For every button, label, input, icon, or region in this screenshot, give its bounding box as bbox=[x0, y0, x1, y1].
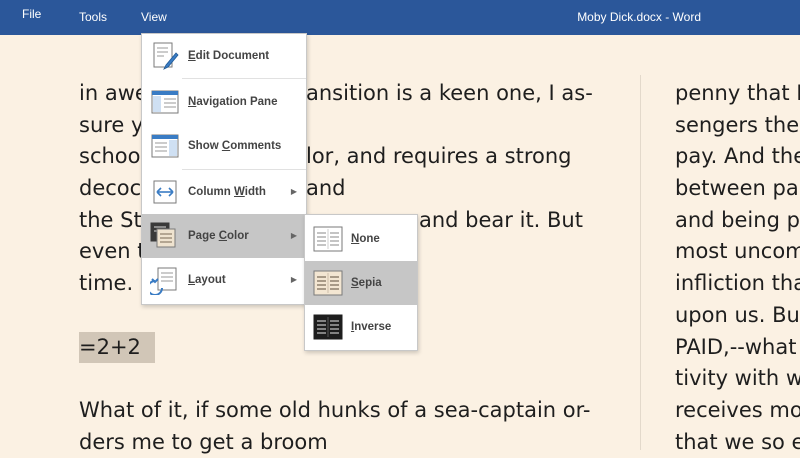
title-bar: File Tools View Moby Dick.docx - Word bbox=[0, 0, 800, 35]
text-line: between pa bbox=[675, 176, 799, 201]
menu-item-label: Edit Document bbox=[188, 50, 270, 62]
text-line: sengers the bbox=[675, 112, 800, 137]
menu-item-layout[interactable]: Layout ▶ bbox=[142, 258, 306, 302]
menu-item-label: Column Width bbox=[188, 186, 266, 198]
text-line: pay. And the bbox=[675, 144, 800, 169]
navigation-pane-icon bbox=[151, 90, 179, 114]
page-sepia-icon bbox=[313, 270, 343, 296]
window-title: Moby Dick.docx - Word bbox=[577, 10, 701, 24]
submenu-item-label: Inverse bbox=[351, 321, 392, 333]
show-comments-icon bbox=[151, 134, 179, 158]
page-none-icon bbox=[313, 226, 343, 252]
menu-item-label: Navigation Pane bbox=[188, 96, 278, 108]
text-line: What of it, if some old hunks of a sea-c… bbox=[79, 397, 591, 422]
text-line: ders me to get a broom bbox=[79, 429, 328, 454]
text-line: and being p bbox=[675, 207, 800, 232]
edit-document-icon bbox=[153, 42, 179, 70]
submenu-item-label: None bbox=[351, 233, 380, 245]
menu-item-label: Show Comments bbox=[188, 140, 282, 152]
menu-view[interactable]: View bbox=[141, 0, 167, 35]
menu-item-label: Page Color bbox=[188, 230, 249, 242]
submenu-item-none[interactable]: None bbox=[305, 217, 417, 261]
page-inverse-icon bbox=[313, 314, 343, 340]
text-line: infliction tha bbox=[675, 271, 800, 296]
selected-formula[interactable]: =2+2 bbox=[79, 331, 155, 364]
menu-item-show-comments[interactable]: Show Comments bbox=[142, 124, 306, 168]
page-color-submenu: None Sepia Inverse bbox=[304, 214, 418, 351]
submenu-arrow-icon: ▶ bbox=[290, 187, 297, 196]
text-line: receives mo bbox=[675, 397, 800, 422]
document-column-right[interactable]: penny that I sengers the pay. And the be… bbox=[675, 78, 800, 458]
text-line: tivity with w bbox=[675, 366, 800, 391]
menu-item-edit-document[interactable]: Edit Document bbox=[142, 34, 306, 78]
menu-item-navigation-pane[interactable]: Navigation Pane bbox=[142, 80, 306, 124]
text-line: that we so e bbox=[675, 429, 800, 454]
submenu-arrow-icon: ▶ bbox=[290, 275, 297, 284]
menu-separator bbox=[182, 78, 306, 79]
submenu-item-inverse[interactable]: Inverse bbox=[305, 305, 417, 349]
column-divider bbox=[640, 75, 641, 450]
menu-item-column-width[interactable]: Column Width ▶ bbox=[142, 170, 306, 214]
menu-item-label: Layout bbox=[188, 274, 226, 286]
text-line: penny that I bbox=[675, 81, 800, 105]
view-menu: Edit Document Navigation Pane Show Comme… bbox=[141, 33, 307, 305]
column-width-icon bbox=[153, 180, 177, 204]
text-line: PAID,--what bbox=[675, 334, 797, 359]
submenu-item-label: Sepia bbox=[351, 277, 382, 289]
text-line bbox=[79, 363, 590, 395]
menu-item-page-color[interactable]: Page Color ▶ bbox=[142, 214, 306, 258]
menu-file[interactable]: File bbox=[22, 0, 41, 32]
text-line: most uncom bbox=[675, 239, 800, 264]
text-line: upon us. Bu bbox=[675, 302, 800, 327]
page-color-icon bbox=[150, 222, 176, 248]
submenu-item-sepia[interactable]: Sepia bbox=[305, 261, 417, 305]
submenu-arrow-icon: ▶ bbox=[290, 231, 297, 240]
layout-icon bbox=[150, 267, 177, 295]
menu-tools[interactable]: Tools bbox=[79, 0, 107, 35]
